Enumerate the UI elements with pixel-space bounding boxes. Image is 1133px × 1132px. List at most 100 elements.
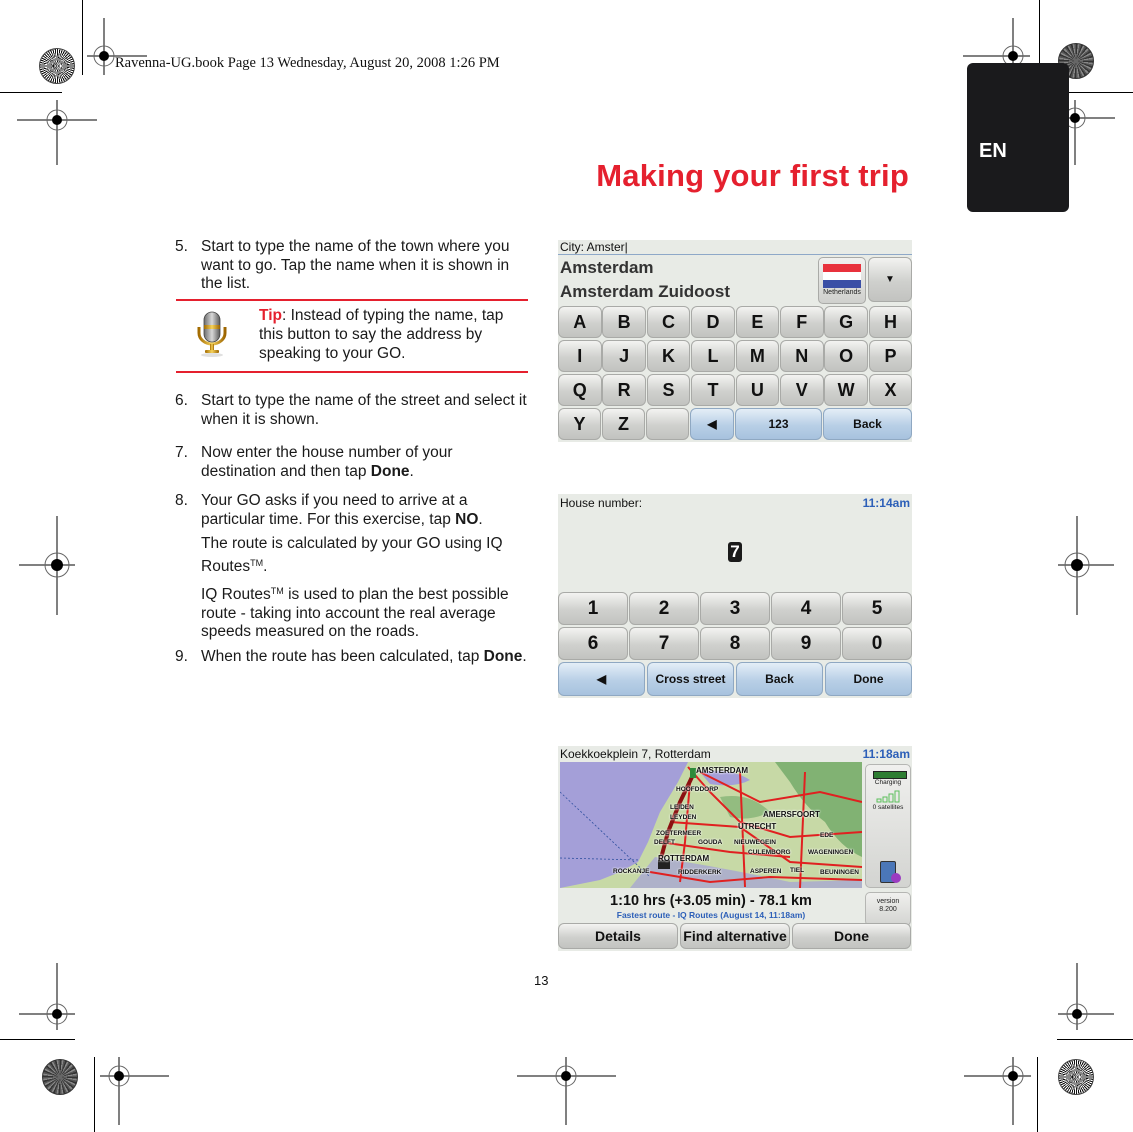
key[interactable]: V — [780, 374, 824, 406]
tip-box: Tip: Instead of typing the name, tap thi… — [176, 299, 528, 373]
left-arrow-icon: ◀ — [707, 417, 717, 431]
step-5: 5. Start to type the name of the town wh… — [175, 238, 530, 294]
tip-label: Tip — [259, 307, 282, 324]
city-input[interactable]: City: Amster| — [560, 240, 628, 254]
key[interactable]: W — [824, 374, 868, 406]
no-keyword: NO — [455, 510, 479, 528]
scroll-down-button[interactable]: ▼ — [868, 257, 912, 302]
done-keyword: Done — [370, 462, 410, 480]
clock: 11:14am — [862, 496, 910, 510]
key[interactable]: H — [868, 306, 912, 338]
key[interactable]: F — [780, 306, 824, 338]
city-result-item[interactable]: Amsterdam — [560, 258, 654, 278]
step-6: 6. Start to type the name of the street … — [175, 392, 530, 429]
backspace-button[interactable]: ◀ — [690, 408, 734, 440]
digit-key[interactable]: 3 — [700, 592, 770, 625]
map-place-label: BEUNINGEN — [820, 869, 860, 876]
digit-key[interactable]: 4 — [771, 592, 841, 625]
map-place-label: UTRECHT — [738, 822, 777, 831]
text: . — [263, 557, 268, 575]
key[interactable]: M — [735, 340, 780, 372]
backspace-button[interactable]: ◀ — [558, 662, 645, 696]
house-number-screen: House number: 11:14am 7 1234567890 ◀ Cro… — [558, 494, 912, 698]
house-number-value[interactable]: 7 — [728, 542, 742, 562]
step-number: 7. — [175, 444, 188, 461]
numbers-button[interactable]: 123 — [735, 408, 822, 440]
satellite-signal-icon — [876, 790, 900, 803]
key[interactable]: Z — [602, 408, 645, 440]
key[interactable]: G — [824, 306, 868, 338]
text: . — [522, 648, 527, 665]
key[interactable]: D — [691, 306, 735, 338]
house-number-label: House number: — [560, 496, 643, 510]
step-number: 5. — [175, 238, 188, 255]
map-place-label: TIEL — [790, 867, 805, 874]
step-text: Start to type the name of the street and… — [201, 392, 527, 428]
left-arrow-icon: ◀ — [596, 672, 607, 686]
status-panel[interactable]: Charging 0 satellites — [865, 764, 911, 888]
digit-key[interactable]: 6 — [558, 627, 628, 660]
digit-key[interactable]: 8 — [700, 627, 770, 660]
key[interactable]: R — [602, 374, 646, 406]
digit-key[interactable]: 1 — [558, 592, 628, 625]
back-button[interactable]: Back — [736, 662, 823, 696]
page-number: 13 — [534, 973, 549, 988]
done-button[interactable]: Done — [792, 923, 911, 949]
key[interactable]: T — [691, 374, 735, 406]
key[interactable]: U — [735, 374, 780, 406]
city-result-item[interactable]: Amsterdam Zuidoost — [560, 282, 730, 302]
satellite-count: 0 satellites — [872, 804, 904, 811]
print-slug: Ravenna-UG.book Page 13 Wednesday, Augus… — [115, 55, 500, 71]
route-summary-screen: Koekkoekplein 7, Rotterdam 11:18am AMSTE… — [558, 746, 912, 951]
key[interactable]: A — [558, 306, 602, 338]
key[interactable]: I — [558, 340, 602, 372]
key[interactable]: P — [868, 340, 912, 372]
text: . — [409, 462, 414, 480]
key[interactable]: S — [646, 374, 691, 406]
key[interactable]: C — [646, 306, 691, 338]
digit-key[interactable]: 0 — [842, 627, 912, 660]
blank-key[interactable] — [646, 408, 689, 440]
trademark: TM — [270, 586, 284, 596]
key[interactable]: J — [602, 340, 646, 372]
find-alternative-button[interactable]: Find alternative — [680, 923, 790, 949]
back-button[interactable]: Back — [823, 408, 912, 440]
step-text: Now enter the house number of your desti… — [201, 444, 530, 481]
step-number: 8. — [175, 492, 188, 509]
key[interactable]: O — [824, 340, 868, 372]
digit-key[interactable]: 5 — [842, 592, 912, 625]
key[interactable]: Q — [558, 374, 602, 406]
route-type: Fastest route - IQ Routes (August 14, 11… — [616, 910, 806, 920]
step-8: 8. Your GO asks if you need to arrive at… — [175, 492, 530, 648]
map-place-label: LEYDEN — [670, 814, 697, 821]
map-place-label: ZOETERMEER — [656, 830, 702, 837]
digit-key[interactable]: 9 — [771, 627, 841, 660]
map-place-label: GOUDA — [698, 839, 723, 846]
key[interactable]: E — [735, 306, 780, 338]
version-label: version — [876, 898, 900, 905]
digit-key[interactable]: 2 — [629, 592, 699, 625]
done-button[interactable]: Done — [825, 662, 912, 696]
key[interactable]: B — [602, 306, 646, 338]
details-button[interactable]: Details — [558, 923, 678, 949]
step-paragraph: IQ RoutesTM is used to plan the best pos… — [201, 582, 530, 642]
step-paragraph: Your GO asks if you need to arrive at a … — [201, 492, 530, 529]
text: When the route has been calculated, tap — [201, 648, 484, 665]
map-place-label: HOOFDDORP — [676, 786, 719, 793]
digit-key[interactable]: 7 — [629, 627, 699, 660]
tip-text: Tip: Instead of typing the name, tap thi… — [259, 306, 529, 363]
text: IQ Routes — [201, 586, 271, 603]
battery-status: Charging — [874, 779, 902, 786]
key[interactable]: Y — [558, 408, 601, 440]
clock: 11:18am — [862, 747, 910, 761]
key[interactable]: N — [780, 340, 824, 372]
key[interactable]: X — [868, 374, 912, 406]
cross-street-button[interactable]: Cross street — [647, 662, 734, 696]
map-place-label: WAGENINGEN — [808, 849, 854, 856]
destination-address: Koekkoekplein 7, Rotterdam — [560, 747, 711, 761]
city-entry-screen: City: Amster| Amsterdam Amsterdam Zuidoo… — [558, 240, 912, 442]
key[interactable]: L — [691, 340, 735, 372]
key[interactable]: K — [646, 340, 691, 372]
battery-icon — [873, 771, 907, 779]
country-button[interactable]: Netherlands — [818, 257, 866, 304]
